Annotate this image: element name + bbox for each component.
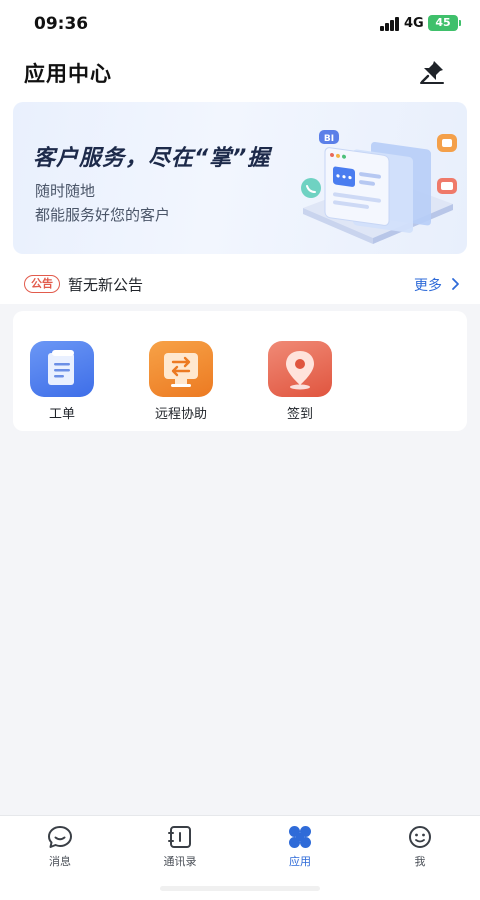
status-bar: 09:36 4G 45: [0, 0, 480, 46]
notice-text: 暂无新公告: [68, 276, 144, 294]
tab-messages[interactable]: 消息: [0, 816, 120, 876]
tab-contacts[interactable]: 通讯录: [120, 816, 240, 876]
work-order-icon: [30, 341, 94, 397]
signal-icon: [380, 17, 402, 31]
apps-icon: [289, 826, 311, 848]
banner-subtitle-1: 随时随地: [35, 182, 96, 200]
banner-subtitle-2: 都能服务好您的客户: [35, 206, 171, 224]
network-type: 4G: [404, 16, 424, 31]
profile-icon: [409, 826, 431, 848]
chevron-right-icon: [452, 278, 459, 290]
notice-more-link[interactable]: 更多: [414, 275, 442, 295]
check-in-icon: [268, 341, 332, 397]
tab-label: 应用: [289, 855, 311, 868]
remote-assist-icon: [149, 341, 213, 397]
message-icon: [48, 826, 72, 848]
home-indicator: [160, 886, 320, 891]
banner-illustration: BI: [301, 130, 457, 244]
app-work-order[interactable]: 工单: [13, 341, 113, 423]
battery-icon: 45: [428, 15, 461, 31]
notice-badge: 公告: [24, 275, 60, 293]
tab-label: 消息: [49, 855, 71, 868]
tab-profile[interactable]: 我: [360, 816, 480, 876]
notice-bar[interactable]: 公告 暂无新公告 更多: [0, 264, 480, 304]
banner-art-badge: BI: [324, 134, 334, 144]
tab-apps[interactable]: 应用: [240, 816, 360, 876]
banner-headline: 客户服务，尽在“掌”握: [33, 146, 271, 171]
page-title: 应用中心: [24, 62, 112, 86]
status-time: 09:36: [34, 14, 89, 34]
app-grid: 工单 远程协助 签到: [13, 311, 467, 431]
page-header: 应用中心: [0, 46, 480, 98]
pin-icon[interactable]: [416, 56, 448, 88]
tab-label: 通讯录: [163, 855, 197, 868]
app-label: 远程协助: [154, 407, 207, 422]
app-remote-assist[interactable]: 远程协助: [132, 341, 232, 423]
app-label: 工单: [48, 407, 75, 422]
tab-label: 我: [414, 855, 426, 868]
app-label: 签到: [286, 407, 313, 422]
app-check-in[interactable]: 签到: [251, 341, 351, 423]
promo-banner[interactable]: 客户服务，尽在“掌”握 随时随地 都能服务好您的客户 BI: [13, 102, 467, 254]
contacts-icon: [168, 826, 191, 848]
